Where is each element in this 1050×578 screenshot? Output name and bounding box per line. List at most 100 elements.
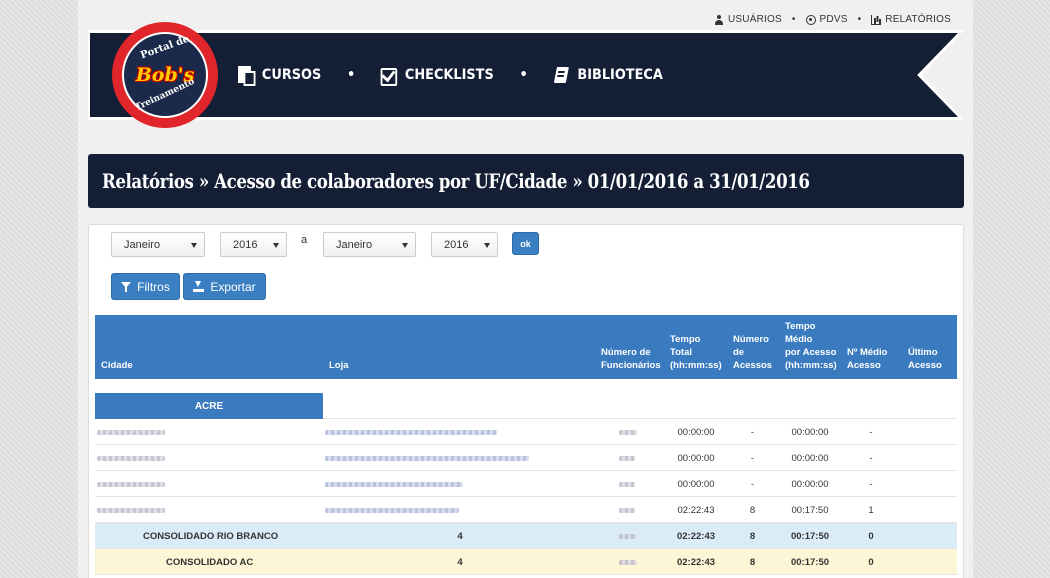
- nav-label: CURSOS: [261, 67, 322, 83]
- checkbox-icon: [381, 66, 398, 86]
- header-ultimo-acesso[interactable]: Último Acesso: [908, 346, 942, 372]
- cell-acessos: 8: [749, 556, 756, 568]
- logo-top-text: Portal de: [139, 33, 191, 62]
- table-row: 00:00:00 - 00:00:00 -: [95, 445, 957, 471]
- filtros-button[interactable]: Filtros: [111, 273, 180, 300]
- redacted-funcionarios: [619, 445, 639, 471]
- cell-acessos: 8: [749, 504, 756, 516]
- redacted-loja: [325, 471, 465, 497]
- uf-group-row: ACRE: [95, 379, 957, 419]
- year-from-select[interactable]: 2016: [220, 232, 287, 257]
- consolidado-uf-row: CONSOLIDADO AC 4 02:22:43 8 00:17:50 0: [95, 549, 957, 575]
- select-value: 2016: [444, 238, 469, 251]
- chevron-down-icon: [484, 243, 490, 248]
- cell-acessos: -: [750, 426, 755, 438]
- select-value: Janeiro: [124, 238, 161, 251]
- cell-tempo-total: 02:22:43: [677, 504, 715, 516]
- user-icon: [714, 14, 724, 25]
- redacted-cidade: [97, 445, 167, 471]
- button-label: Exportar: [210, 279, 256, 294]
- portal-logo[interactable]: Portal de Bob's Treinamento: [112, 22, 218, 128]
- header-num-funcionarios[interactable]: Número de Funcionários: [601, 346, 661, 372]
- cell-acessos: 8: [749, 530, 756, 542]
- chevron-down-icon: [402, 243, 408, 248]
- nav-cursos[interactable]: CURSOS: [238, 66, 322, 86]
- redacted-funcionarios: [619, 419, 639, 445]
- page-container: USUÁRIOS • PDVS • RELATÓRIOS Portal de B…: [78, 0, 973, 578]
- redacted-cidade: [97, 497, 167, 523]
- cell-medio-acesso: 1: [868, 504, 874, 516]
- redacted-cidade: [97, 419, 167, 445]
- header-loja[interactable]: Loja: [329, 359, 349, 372]
- exportar-button[interactable]: Exportar: [183, 273, 266, 300]
- top-links: USUÁRIOS • PDVS • RELATÓRIOS: [714, 14, 951, 25]
- cell-tempo-medio: 00:17:50: [791, 504, 829, 516]
- top-link-pdvs[interactable]: PDVS: [805, 14, 848, 25]
- table-row: 02:22:43 8 00:17:50 1: [95, 497, 957, 523]
- cell-lojas: 4: [457, 556, 463, 568]
- redacted-funcionarios: [619, 497, 639, 523]
- cell-tempo-medio: 00:00:00: [791, 478, 829, 490]
- top-link-label: RELATÓRIOS: [885, 14, 951, 25]
- cell-medio-acesso: 0: [868, 556, 874, 568]
- top-link-relatorios[interactable]: RELATÓRIOS: [871, 14, 951, 25]
- consolidado-label: CONSOLIDADO AC: [166, 556, 254, 568]
- redacted-loja: [325, 445, 530, 471]
- page-title: Relatórios » Acesso de colaboradores por…: [102, 169, 810, 193]
- report-table: Cidade Loja Número de Funcionários Tempo T…: [95, 315, 957, 575]
- download-icon: [193, 281, 205, 292]
- redacted-funcionarios: [619, 549, 639, 575]
- cell-tempo-medio: 00:00:00: [791, 426, 829, 438]
- cell-tempo-medio: 00:17:50: [790, 530, 830, 542]
- separator-dot: •: [791, 14, 796, 25]
- header-tempo-medio[interactable]: Tempo Médio por Acesso (hh:mm:ss): [785, 320, 837, 372]
- consolidado-cidade-row: CONSOLIDADO RIO BRANCO 4 02:22:43 8 00:1…: [95, 523, 957, 549]
- top-link-label: PDVS: [819, 14, 848, 25]
- cell-tempo-total: 00:00:00: [677, 478, 715, 490]
- header-cidade[interactable]: Cidade: [101, 359, 133, 372]
- files-icon: [238, 66, 256, 86]
- redacted-funcionarios: [619, 523, 639, 549]
- chevron-down-icon: [191, 243, 197, 248]
- cell-tempo-medio: 00:00:00: [791, 452, 829, 464]
- nav-separator: •: [519, 67, 528, 83]
- report-panel: Janeiro 2016 a Janeiro 2016 ok Filtros E…: [88, 224, 964, 578]
- month-to-select[interactable]: Janeiro: [323, 232, 416, 257]
- uf-badge: ACRE: [95, 393, 323, 419]
- cell-medio-acesso: -: [869, 452, 873, 464]
- month-from-select[interactable]: Janeiro: [111, 232, 205, 257]
- table-header: Cidade Loja Número de Funcionários Tempo T…: [95, 315, 957, 379]
- header-medio-acesso[interactable]: Nº Médio Acesso: [847, 346, 887, 372]
- cell-medio-acesso: -: [869, 426, 873, 438]
- select-value: Janeiro: [336, 238, 373, 251]
- filter-icon: [121, 281, 132, 292]
- cell-tempo-total: 00:00:00: [677, 426, 715, 438]
- top-link-usuarios[interactable]: USUÁRIOS: [714, 14, 782, 25]
- nav-biblioteca[interactable]: BIBLIOTECA: [554, 66, 662, 84]
- cell-tempo-total: 02:22:43: [676, 530, 716, 542]
- redacted-funcionarios: [619, 471, 639, 497]
- table-row: 00:00:00 - 00:00:00 -: [95, 471, 957, 497]
- cell-medio-acesso: 0: [868, 530, 874, 542]
- redacted-loja: [325, 497, 460, 523]
- cell-lojas: 4: [457, 530, 463, 542]
- header-tempo-total[interactable]: Tempo Total (hh:mm:ss): [670, 333, 722, 372]
- range-separator: a: [301, 234, 308, 246]
- nav-checklists[interactable]: CHECKLISTS: [381, 66, 494, 86]
- separator-dot: •: [857, 14, 862, 25]
- cell-acessos: -: [750, 452, 755, 464]
- top-link-label: USUÁRIOS: [727, 14, 782, 25]
- redacted-cidade: [97, 471, 167, 497]
- cell-medio-acesso: -: [869, 478, 873, 490]
- cell-tempo-medio: 00:17:50: [790, 556, 830, 568]
- select-value: 2016: [233, 238, 258, 251]
- consolidado-label: CONSOLIDADO RIO BRANCO: [143, 530, 279, 542]
- year-to-select[interactable]: 2016: [431, 232, 498, 257]
- header-num-acessos[interactable]: Número de Acessos: [733, 333, 772, 372]
- button-label: Filtros: [137, 279, 170, 294]
- bar-chart-icon: [871, 14, 882, 25]
- ok-button[interactable]: ok: [512, 232, 539, 255]
- target-icon: [805, 14, 816, 25]
- book-icon: [554, 66, 571, 84]
- table-row: 00:00:00 - 00:00:00 -: [95, 419, 957, 445]
